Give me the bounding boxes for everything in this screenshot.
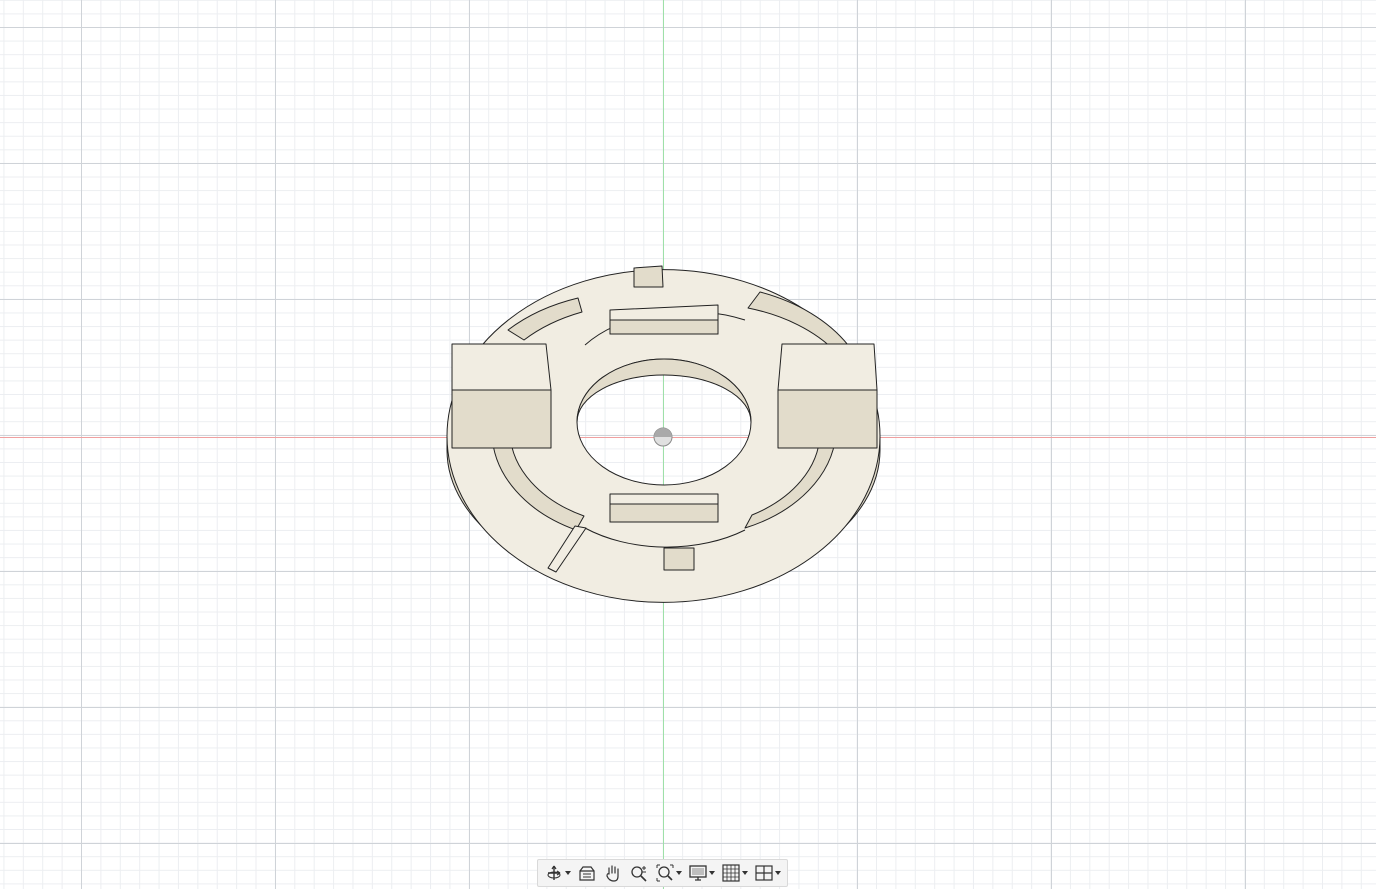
- navigation-toolbar: [537, 859, 788, 887]
- block-right-top: [777, 343, 878, 391]
- chevron-down-icon: [709, 871, 715, 875]
- pan-button[interactable]: [601, 862, 625, 884]
- chevron-down-icon: [565, 871, 571, 875]
- tab-bottom-front: [609, 503, 719, 523]
- fit-button[interactable]: [653, 862, 684, 884]
- 3d-model[interactable]: [0, 0, 1376, 889]
- zoom-icon: [631, 866, 647, 882]
- canvas-viewport[interactable]: [0, 0, 1376, 889]
- zoom-button[interactable]: [627, 862, 651, 884]
- block-left-top: [451, 343, 552, 391]
- display-settings-button[interactable]: [686, 862, 717, 884]
- orbit-icon: [547, 865, 561, 880]
- chevron-down-icon: [742, 871, 748, 875]
- block-left-front: [451, 389, 552, 449]
- grid-snaps-button[interactable]: [719, 862, 750, 884]
- chevron-down-icon: [676, 871, 682, 875]
- grid-snaps-icon: [722, 864, 740, 882]
- notch-top: [633, 265, 664, 288]
- viewports-icon: [755, 865, 773, 881]
- notch-bottom: [663, 547, 695, 571]
- chevron-down-icon: [775, 871, 781, 875]
- look-at-button[interactable]: [575, 862, 599, 884]
- origin-marker-icon[interactable]: [653, 427, 673, 447]
- pan-icon: [606, 865, 619, 882]
- block-right-front: [777, 389, 878, 449]
- orbit-button[interactable]: [542, 862, 573, 884]
- viewports-button[interactable]: [752, 862, 783, 884]
- fit-icon: [656, 864, 674, 882]
- tab-top-front: [609, 319, 719, 335]
- look-at-icon: [579, 866, 595, 881]
- display-settings-icon: [689, 865, 707, 881]
